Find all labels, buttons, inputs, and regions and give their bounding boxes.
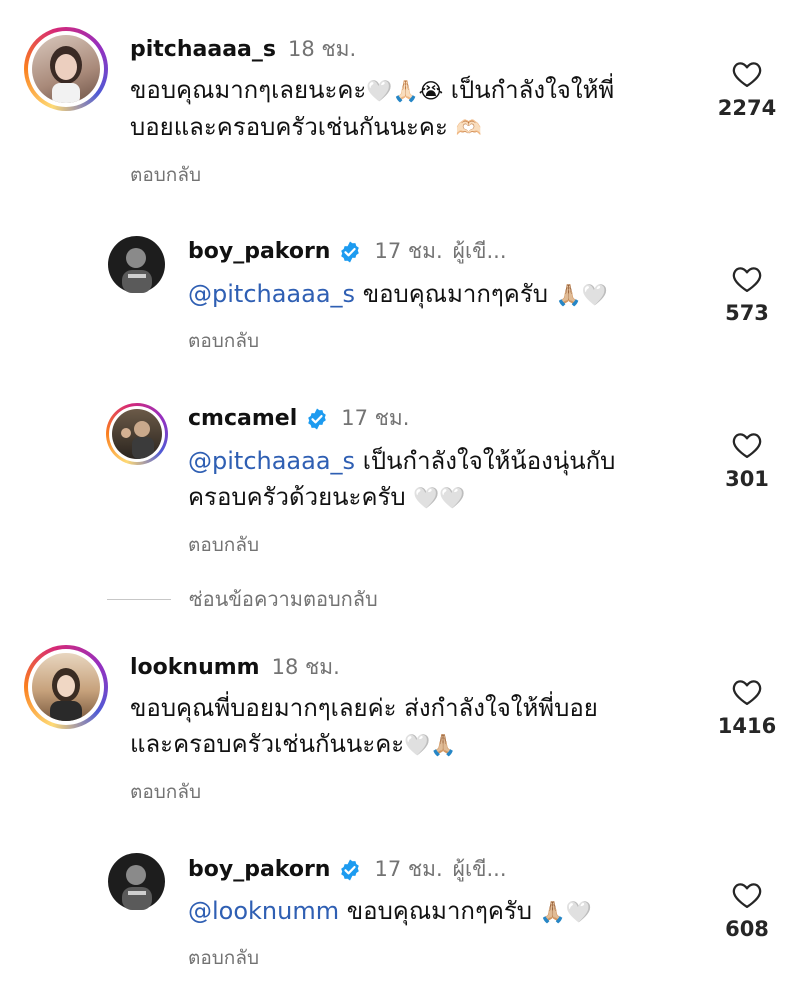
avatar [112, 409, 162, 459]
heart-outline-icon [732, 267, 762, 292]
reply-button[interactable]: ตอบกลับ [130, 777, 201, 807]
avatar[interactable] [108, 236, 165, 293]
timestamp: 18 ชม. [288, 37, 357, 61]
like-count: 301 [725, 467, 769, 491]
avatar-story-ring[interactable] [106, 403, 168, 465]
mention-link[interactable]: @pitchaaaa_s [188, 280, 355, 308]
timestamp: 17 ชม. [341, 406, 410, 430]
timestamp: 17 ชม. [374, 857, 443, 881]
avatar-story-ring[interactable] [24, 645, 108, 729]
heart-outline-icon [732, 62, 762, 87]
author-tag: ผู้เขี... [452, 857, 507, 881]
like-button[interactable]: 573 [702, 265, 792, 325]
username[interactable]: looknumm [130, 655, 260, 680]
mention-link[interactable]: @looknumm [188, 897, 339, 925]
comment-text: @pitchaaaa_s เป็นกำลังใจให้น้องนุ่นกับ ค… [188, 447, 616, 511]
heart-outline-icon [732, 883, 762, 908]
comment-text: @looknumm ขอบคุณมากๆครับ 🙏🏼🤍 [188, 897, 592, 925]
like-count: 1416 [717, 714, 777, 738]
timestamp: 17 ชม. [374, 239, 443, 263]
hide-replies-button[interactable]: ซ่อนข้อความตอบกลับ [107, 583, 378, 615]
like-button[interactable]: 2274 [702, 60, 792, 120]
username[interactable]: boy_pakorn [188, 239, 330, 264]
like-count: 608 [725, 917, 769, 941]
hide-replies-label: ซ่อนข้อความตอบกลับ [189, 587, 378, 611]
timestamp: 18 ชม. [271, 655, 340, 679]
author-tag: ผู้เขี... [452, 239, 507, 263]
reply-button[interactable]: ตอบกลับ [188, 943, 259, 973]
heart-outline-icon [732, 433, 762, 458]
like-count: 573 [725, 301, 769, 325]
avatar [32, 653, 100, 721]
heart-outline-icon [732, 680, 762, 705]
comment-text: ขอบคุณมากๆเลยนะคะ🤍🙏🏻😭 เป็นกำลังใจให้พี่ … [130, 76, 615, 141]
reply-button[interactable]: ตอบกลับ [188, 326, 259, 356]
verified-badge-icon [341, 241, 360, 262]
avatar [32, 35, 100, 103]
comment-text: @pitchaaaa_s ขอบคุณมากๆครับ 🙏🏼🤍 [188, 280, 608, 308]
avatar[interactable] [108, 853, 165, 910]
username[interactable]: pitchaaaa_s [130, 37, 276, 62]
verified-badge-icon [341, 859, 360, 880]
like-button[interactable]: 608 [702, 881, 792, 941]
reply-button[interactable]: ตอบกลับ [188, 530, 259, 560]
avatar-story-ring[interactable] [24, 27, 108, 111]
like-button[interactable]: 301 [702, 431, 792, 491]
verified-badge-icon [308, 408, 327, 429]
like-count: 2274 [717, 96, 777, 120]
mention-link[interactable]: @pitchaaaa_s [188, 447, 355, 475]
comment-text: ขอบคุณพี่บอยมากๆเลยค่ะ ส่งกำลังใจให้พี่บ… [130, 694, 598, 758]
username[interactable]: boy_pakorn [188, 857, 330, 882]
divider [107, 598, 171, 600]
reply-button[interactable]: ตอบกลับ [130, 160, 201, 190]
like-button[interactable]: 1416 [702, 678, 792, 738]
username[interactable]: cmcamel [188, 406, 297, 431]
